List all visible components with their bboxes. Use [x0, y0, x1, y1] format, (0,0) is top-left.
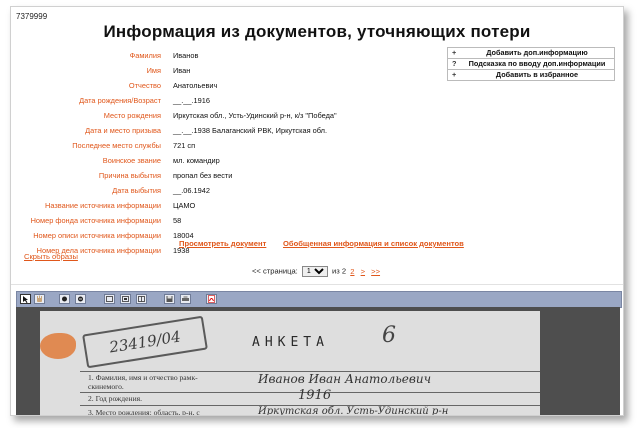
form-row-label: 3. Место рождения: область, р-н, с — [88, 408, 200, 416]
pdf-icon[interactable] — [206, 294, 217, 304]
page-frame: 7379999 Информация из документов, уточня… — [10, 6, 624, 416]
question-icon: ? — [452, 59, 457, 68]
field-value: __.06.1942 — [173, 186, 210, 195]
page-label: страница: — [262, 266, 298, 276]
fit-width-icon[interactable] — [104, 294, 115, 304]
field-label: Причина выбытия — [98, 171, 161, 180]
field-value: Иванов — [173, 51, 199, 60]
field-value: мл. командир — [173, 156, 220, 165]
action-label: Подсказка по вводу доп.информации — [468, 59, 606, 68]
field-label: Воинское звание — [102, 156, 161, 165]
form-row-label: скинемого. — [88, 382, 124, 391]
hand-icon[interactable] — [34, 294, 45, 304]
handwritten-place: Иркутская обл. Усть-Удинский р-н — [258, 406, 449, 416]
zoom-out-icon[interactable] — [75, 294, 86, 304]
field-value: 58 — [173, 216, 182, 225]
form-row-label: 1. Фамилия, имя и отчество рамк- — [88, 373, 198, 382]
zoom-in-icon[interactable] — [59, 294, 70, 304]
scan-mark — [40, 333, 76, 359]
sheet-mark: 6 — [382, 323, 396, 348]
viewer-toolbar — [16, 291, 622, 308]
field-label: Дата и место призыва — [85, 126, 161, 135]
field-label: Номер описи источника информации — [33, 231, 161, 240]
form-row-label: 2. Год рождения. — [88, 394, 143, 403]
field-label: Последнее место службы — [72, 141, 161, 150]
handwritten-year: 1916 — [298, 388, 332, 403]
action-label: Добавить доп.информацию — [486, 48, 588, 57]
fit-page-icon[interactable] — [120, 294, 131, 304]
field-value: __.__.1938 Балаганский РВК, Иркутская об… — [173, 126, 328, 135]
pointer-icon[interactable] — [20, 294, 31, 304]
field-label: Фамилия — [129, 51, 161, 60]
print-icon[interactable] — [180, 294, 191, 304]
document-viewer[interactable]: 23419/04 АНКЕТА 6 1. Фамилия, имя и отче… — [16, 307, 620, 416]
field-value: пропал без вести — [173, 171, 233, 180]
field-label: Место рождения — [103, 111, 161, 120]
field-value: 721 сп — [173, 141, 196, 150]
last-page-button[interactable]: >> — [371, 267, 380, 276]
action-label: Добавить в избранное — [495, 70, 579, 79]
summary-link[interactable]: Обобщенная информация и список документо… — [283, 239, 464, 248]
add-info-button[interactable]: + Добавить доп.информацию — [447, 47, 615, 58]
plus-icon: + — [452, 48, 457, 57]
document-heading: АНКЕТА — [252, 335, 329, 350]
input-hint-button[interactable]: ? Подсказка по вводу доп.информации — [447, 58, 615, 69]
field-label: Дата выбытия — [112, 186, 161, 195]
field-label: Номер фонда источника информации — [30, 216, 161, 225]
pagination: << страница: 1 из 2 2 > >> — [11, 266, 623, 277]
field-value: __.__.1916 — [173, 96, 210, 105]
handwritten-name: Иванов Иван Анатольевич — [258, 372, 432, 386]
field-label: Имя — [146, 66, 161, 75]
page-2-link[interactable]: 2 — [350, 267, 354, 276]
field-value: Иван — [173, 66, 191, 75]
page-select[interactable]: 1 — [301, 266, 328, 277]
add-favorite-button[interactable]: + Добавить в избранное — [447, 69, 615, 81]
field-value: Иркутская обл., Усть-Удинский р-н, к/з "… — [173, 111, 337, 120]
hide-images-link[interactable]: Скрыть образы — [24, 252, 78, 261]
field-label: Дата рождения/Возраст — [79, 96, 161, 105]
actions-panel: + Добавить доп.информацию ? Подсказка по в… — [447, 47, 615, 81]
next-page-button[interactable]: > — [361, 267, 365, 276]
page-count: из 2 — [332, 266, 347, 276]
field-value: ЦАМО — [173, 201, 196, 210]
field-label: Отчество — [128, 81, 161, 90]
actual-size-icon[interactable] — [136, 294, 147, 304]
archive-stamp: 23419/04 — [82, 315, 208, 369]
view-document-link[interactable]: Просмотреть документ — [179, 239, 266, 248]
record-id: 7379999 — [16, 12, 48, 21]
field-label: Название источника информации — [45, 201, 161, 210]
document-scan: 23419/04 АНКЕТА 6 1. Фамилия, имя и отче… — [40, 311, 540, 416]
save-icon[interactable] — [164, 294, 175, 304]
field-value: Анатольевич — [173, 81, 218, 90]
plus-icon: + — [452, 70, 457, 79]
divider — [11, 284, 623, 285]
page-title: Информация из документов, уточняющих пот… — [103, 22, 531, 41]
first-page-button[interactable]: << — [252, 267, 261, 276]
